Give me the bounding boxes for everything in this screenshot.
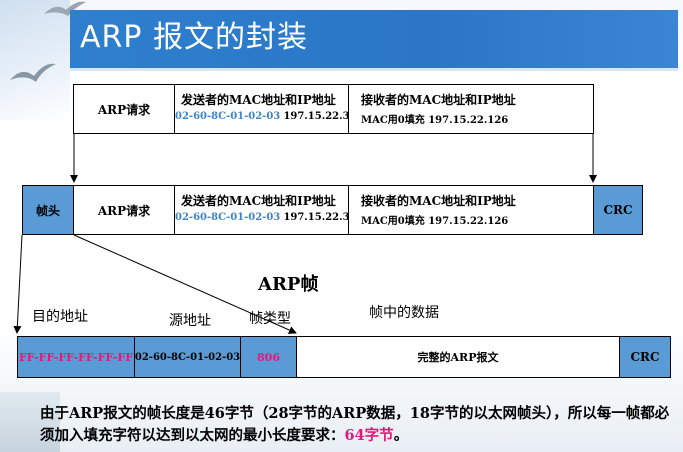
connector-arrows xyxy=(13,134,597,334)
arrow-frame-right xyxy=(73,234,297,334)
footnote-highlight: 64字节 xyxy=(344,427,394,444)
arrow-frame-left xyxy=(13,234,23,334)
footnote-end: 。 xyxy=(393,427,409,444)
footnote: 由于ARP报文的帧长度是46字节（28字节的ARP数据，18字节的以太网帧头），… xyxy=(40,403,670,447)
